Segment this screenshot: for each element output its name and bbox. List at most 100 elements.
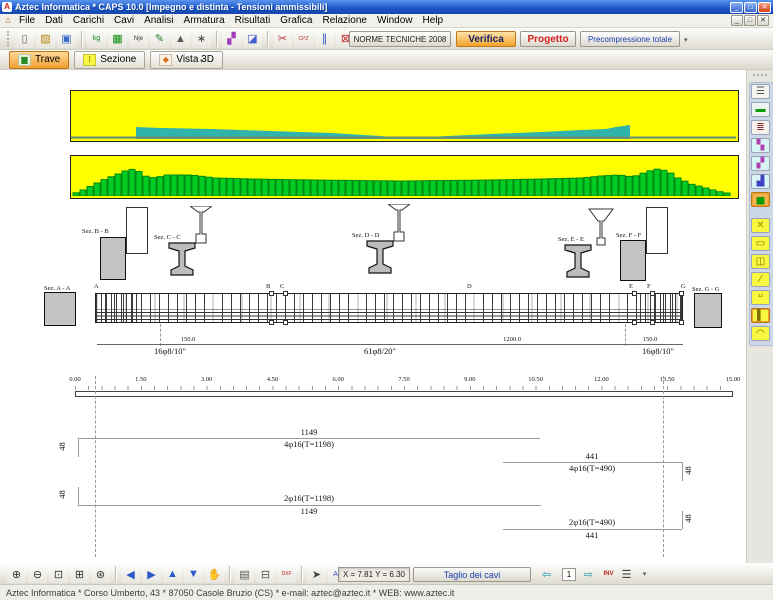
tab-sezione[interactable]: ΙSezione xyxy=(74,51,145,69)
bar-numbers-icon[interactable]: ¹² xyxy=(751,290,770,305)
run-analysis-icon[interactable]: ▬ xyxy=(751,102,770,117)
mdi-minimize-button[interactable]: _ xyxy=(731,15,743,26)
section-e-outline xyxy=(588,208,614,246)
zoom-previous-icon[interactable]: ⊛ xyxy=(91,565,110,583)
menu-carichi[interactable]: Carichi xyxy=(68,15,109,26)
cpz-icon[interactable]: CPZ xyxy=(294,30,313,48)
cable-layout-icon[interactable]: ▌ xyxy=(751,308,770,323)
minimize-button[interactable]: _ xyxy=(730,2,743,13)
layers-menu-icon[interactable]: ☰ xyxy=(618,566,635,582)
bar2-hook-label: 48 xyxy=(684,466,693,475)
slope-icon[interactable]: ∕ xyxy=(751,272,770,287)
loads-ne-icon[interactable]: N|e xyxy=(129,30,148,48)
tab-trave[interactable]: ▆Trave xyxy=(9,51,69,69)
hide-section-icon[interactable]: ✕ xyxy=(751,218,770,233)
sigma-diagram-3-icon[interactable]: ▟ xyxy=(751,174,770,189)
interaction-diagram-icon[interactable]: ◪ xyxy=(243,30,262,48)
zoom-window-icon[interactable]: ⊡ xyxy=(49,565,68,583)
materials-table-icon[interactable]: ▦ xyxy=(108,30,127,48)
tab-vista-3d[interactable]: ◆Vista 3D xyxy=(150,51,223,69)
inv-icon[interactable]: INV xyxy=(600,566,617,582)
toolbar-grip xyxy=(753,74,767,76)
dim-dash-right xyxy=(625,324,626,346)
cut-square xyxy=(269,320,274,325)
right-toolbar: ☰ ▬ ≣ ▚ ▞ ▟ ▅ ✕ ▭ ◫ ∕ ¹² ▌ ◠ xyxy=(746,70,773,563)
section-g-block xyxy=(694,293,722,328)
pan-down-icon[interactable]: ▼ xyxy=(184,565,203,583)
menu-grafica[interactable]: Grafica xyxy=(275,15,317,26)
impegno-diagram-icon[interactable]: ▅ xyxy=(751,192,770,207)
save-view-icon[interactable]: ▣ xyxy=(57,30,76,48)
cut-square xyxy=(679,291,684,296)
view-toolbar-dropdown-icon[interactable]: ▾ xyxy=(200,57,204,65)
mdi-close-button[interactable]: ✕ xyxy=(757,15,769,26)
zoom-in-icon[interactable]: ⊕ xyxy=(7,565,26,583)
dxf-export-icon[interactable]: DXF xyxy=(277,565,296,583)
toolbar-dropdown-icon[interactable]: ▾ xyxy=(684,36,688,44)
menu-risultati[interactable]: Risultati xyxy=(230,15,276,26)
pan-left-icon[interactable]: ◀ xyxy=(121,565,140,583)
menu-analisi[interactable]: Analisi xyxy=(139,15,178,26)
verifica-button[interactable]: Verifica xyxy=(456,31,516,47)
moment-diagram-icon[interactable]: ▞ xyxy=(222,30,241,48)
mdi-restore-button[interactable]: □ xyxy=(744,15,756,26)
pan-hand-icon[interactable]: ✋ xyxy=(205,565,224,583)
maximize-button[interactable]: □ xyxy=(744,2,757,13)
new-file-icon[interactable]: ▯ xyxy=(15,30,34,48)
menu-file[interactable]: File xyxy=(14,15,40,26)
home-icon[interactable]: ⌂ xyxy=(2,15,14,26)
select-icon[interactable]: ➤ xyxy=(307,565,326,583)
taglio-dei-cavi-button[interactable]: Taglio dei cavi xyxy=(413,567,531,582)
prev-page-icon[interactable]: ⇦ xyxy=(538,566,555,582)
beam-strands xyxy=(96,309,682,320)
close-button[interactable]: ✕ xyxy=(758,2,771,13)
section-cut-icon[interactable]: ◫ xyxy=(751,254,770,269)
rebar-layout-icon[interactable]: ☰ xyxy=(751,84,770,99)
units-kgcm-icon[interactable]: kg xyxy=(87,30,106,48)
ruler-tick-3.00: 3.00 xyxy=(201,376,212,383)
distinta-icon[interactable]: ≣ xyxy=(751,120,770,135)
analysis-truss-icon[interactable]: ▲ xyxy=(171,30,190,48)
anchorage-icon[interactable]: ◠ xyxy=(751,326,770,341)
menu-relazione[interactable]: Relazione xyxy=(317,15,371,26)
bottom-dropdown-icon[interactable]: ▾ xyxy=(636,566,653,582)
zoom-out-icon[interactable]: ⊖ xyxy=(28,565,47,583)
pan-up-icon[interactable]: ▲ xyxy=(163,565,182,583)
support-dash-left xyxy=(95,376,96,557)
ruler-tick-15.00: 15.00 xyxy=(726,376,741,383)
tension-diagram-bottom xyxy=(70,155,739,199)
tab-trave-icon: ▆ xyxy=(18,54,31,66)
precompressione-button[interactable]: Precompressione totale xyxy=(580,31,680,47)
top-diagram-band xyxy=(71,91,736,139)
edit-pencil-icon[interactable]: ✎ xyxy=(150,30,169,48)
tension-bars-icon[interactable]: ∥ xyxy=(315,30,334,48)
menu-help[interactable]: Help xyxy=(418,15,449,26)
options-knot-icon[interactable]: ∗ xyxy=(192,30,211,48)
norme-tecniche-button[interactable]: NORME TECNICHE 2008 xyxy=(349,31,451,47)
beam-view-icon[interactable]: ▭ xyxy=(751,236,770,251)
drawing-canvas[interactable]: Sez. B - B Sez. C - C Sez. D - D Sez. E … xyxy=(0,70,746,563)
cut-sections-icon[interactable]: ✂ xyxy=(273,30,292,48)
menu-dati[interactable]: Dati xyxy=(40,15,68,26)
bar3-hook xyxy=(78,487,79,505)
print-icon[interactable]: ⊟ xyxy=(256,565,275,583)
status-text: Aztec Informatica * Corso Umberto, 43 * … xyxy=(6,588,454,598)
cut-square xyxy=(283,320,288,325)
open-folder-icon[interactable]: ▨ xyxy=(36,30,55,48)
zoom-extents-icon[interactable]: ⊞ xyxy=(70,565,89,583)
menu-window[interactable]: Window xyxy=(372,15,418,26)
sigma-diagram-1-icon[interactable]: ▚ xyxy=(751,138,770,153)
next-page-icon[interactable]: ⇨ xyxy=(580,566,597,582)
menu-armatura[interactable]: Armatura xyxy=(179,15,230,26)
cut-mark-A: A xyxy=(94,283,99,290)
pan-right-icon[interactable]: ▶ xyxy=(142,565,161,583)
sigma-diagram-2-icon[interactable]: ▞ xyxy=(751,156,770,171)
page-number-field[interactable]: 1 xyxy=(562,568,576,581)
cut-mark-D: D xyxy=(467,283,472,290)
toolbar-separator xyxy=(115,566,116,582)
menu-cavi[interactable]: Cavi xyxy=(109,15,139,26)
toolbar-separator xyxy=(229,566,230,582)
print-preview-icon[interactable]: ▤ xyxy=(235,565,254,583)
section-g-label: Sez. G - G xyxy=(692,286,719,293)
progetto-button[interactable]: Progetto xyxy=(520,31,576,47)
